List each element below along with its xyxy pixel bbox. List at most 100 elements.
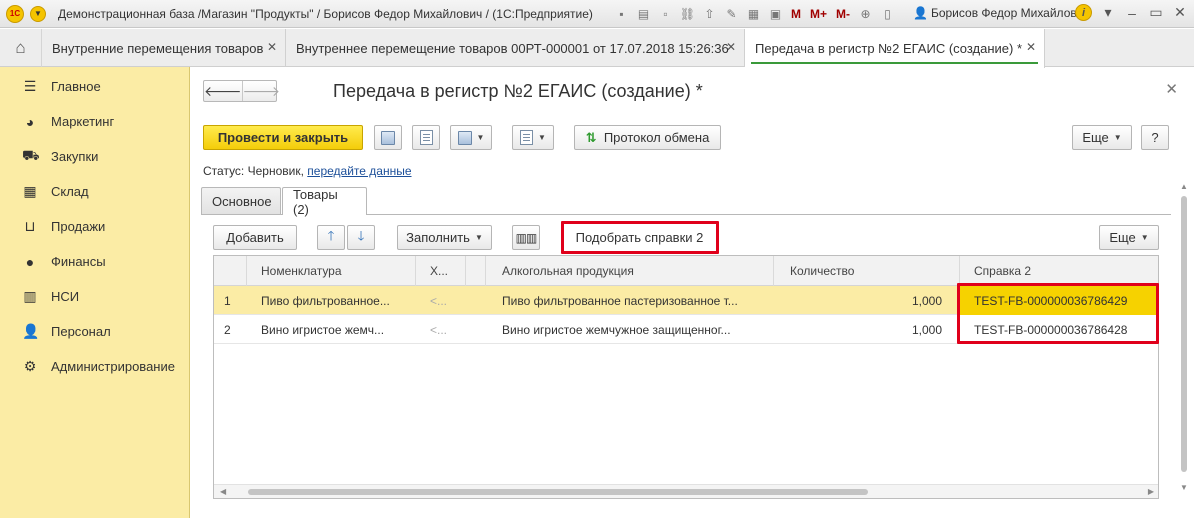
sidebar-item-marketing[interactable]: ◕ Маркетинг: [0, 104, 190, 139]
fill-button[interactable]: Заполнить ▼: [397, 225, 492, 250]
save-button[interactable]: [374, 125, 402, 150]
send-data-link[interactable]: передайте данные: [307, 164, 411, 178]
table-more-button[interactable]: Еще ▼: [1099, 225, 1159, 250]
horizontal-scrollbar[interactable]: ◀ ▶: [214, 484, 1158, 498]
tab-goods[interactable]: Товары (2): [282, 187, 367, 217]
sidebar-item-personnel[interactable]: 👤 Персонал: [0, 314, 190, 349]
column-header-empty[interactable]: [466, 256, 486, 286]
row-characteristic[interactable]: <...: [416, 286, 466, 315]
sidebar-item-sales[interactable]: ⊔ Продажи: [0, 209, 190, 244]
close-tab-icon[interactable]: ✕: [726, 40, 736, 54]
basket-icon: ⊔: [24, 218, 36, 234]
status-value: Черновик,: [247, 164, 304, 178]
tab-label: Внутреннее перемещение товаров 00РТ-0000…: [296, 40, 729, 56]
move-down-button[interactable]: 🡓: [347, 225, 375, 250]
horizontal-scroll-thumb[interactable]: [248, 489, 868, 495]
row-alcohol-product[interactable]: Пиво фильтрованное пастеризованное т...: [486, 286, 774, 315]
user-icon: 👤: [913, 6, 928, 20]
panel-icon[interactable]: ▯: [878, 4, 897, 23]
maximize-icon[interactable]: ▭: [1148, 4, 1164, 21]
row-quantity[interactable]: 1,000: [774, 315, 960, 344]
move-up-button[interactable]: 🡑: [317, 225, 345, 250]
titlebar-toolbar: ▪ ▤ ▫ ⛓ ⇧ ✎ ▦ ▣ M M+ M- ⊕ ▯: [612, 4, 897, 23]
more-button[interactable]: Еще ▼: [1072, 125, 1132, 150]
tab-internal-transfers[interactable]: Внутренние перемещения товаров ✕: [42, 29, 286, 67]
barcode-scan-button[interactable]: ▥▥: [512, 225, 540, 250]
memory-plus-button[interactable]: M+: [807, 7, 830, 21]
column-header-certificate[interactable]: Справка 2: [960, 256, 1158, 286]
row-nomenclature[interactable]: Вино игристое жемч...: [247, 315, 416, 344]
zoom-icon[interactable]: ⊕: [856, 4, 875, 23]
chevron-down-icon: ▼: [1140, 233, 1149, 242]
gear-icon: ⚙: [23, 358, 37, 374]
scroll-left-icon[interactable]: ◀: [220, 487, 226, 496]
close-tab-icon[interactable]: ✕: [1026, 40, 1036, 54]
row-nomenclature[interactable]: Пиво фильтрованное...: [247, 286, 416, 315]
sidebar-item-reference[interactable]: ▥ НСИ: [0, 279, 190, 314]
scroll-up-icon[interactable]: ▲: [1180, 182, 1188, 191]
minimize-icon[interactable]: –: [1124, 5, 1140, 21]
window-titlebar: 1С ▼ Демонстрационная база /Магазин "Про…: [0, 0, 1194, 28]
exchange-log-button[interactable]: ⇅ Протокол обмена: [574, 125, 721, 150]
forward-arrow-icon[interactable]: 🡒: [241, 81, 280, 101]
column-header-number[interactable]: [214, 256, 247, 286]
sidebar-item-purchases[interactable]: ⛟ Закупки: [0, 139, 190, 174]
calendar-icon[interactable]: ▣: [766, 4, 785, 23]
chevron-down-icon: ▼: [538, 133, 546, 142]
sidebar-item-label: Финансы: [51, 254, 106, 269]
post-and-close-button[interactable]: Провести и закрыть: [203, 125, 363, 150]
document-post-icon: [419, 130, 433, 145]
memory-minus-button[interactable]: M-: [833, 7, 853, 21]
memory-m-button[interactable]: M: [788, 7, 804, 21]
sidebar-item-label: Главное: [51, 79, 101, 94]
sidebar-item-warehouse[interactable]: ▦ Склад: [0, 174, 190, 209]
person-icon: 👤: [22, 323, 40, 339]
print-button[interactable]: ▼: [512, 125, 554, 150]
row-alcohol-product[interactable]: Вино игристое жемчужное защищенног...: [486, 315, 774, 344]
app-logo-icon: 1С: [6, 4, 24, 23]
arrow-down-icon: 🡓: [357, 227, 365, 243]
sidebar-item-administration[interactable]: ⚙ Администрирование: [0, 349, 190, 384]
create-based-on-button[interactable]: ▼: [450, 125, 492, 150]
preview-icon[interactable]: ▫: [656, 4, 675, 23]
chevron-down-icon: ▼: [1113, 133, 1122, 142]
row-number: 2: [224, 322, 231, 337]
help-button[interactable]: ?: [1141, 125, 1169, 150]
highlight-frame-pick-button: [561, 221, 719, 254]
sidebar-item-finance[interactable]: ● Финансы: [0, 244, 190, 279]
row-characteristic[interactable]: <...: [416, 315, 466, 344]
tab-egais-register-transfer[interactable]: Передача в регистр №2 ЕГАИС (создание) *…: [745, 29, 1045, 68]
sidebar-item-main[interactable]: ☰ Главное: [0, 69, 190, 104]
link-icon[interactable]: ⛓: [678, 4, 697, 23]
scroll-down-icon[interactable]: ▼: [1180, 483, 1188, 492]
main-menu-icon[interactable]: ▼: [30, 5, 46, 22]
column-header-quantity[interactable]: Количество: [774, 256, 960, 286]
current-user[interactable]: 👤 Борисов Федор Михайлович: [913, 6, 1090, 20]
close-form-icon[interactable]: ✕: [1165, 80, 1178, 98]
column-header-characteristic[interactable]: Х...: [416, 256, 466, 286]
add-row-button[interactable]: Добавить: [213, 225, 297, 250]
close-window-icon[interactable]: ✕: [1172, 4, 1188, 21]
row-quantity[interactable]: 1,000: [774, 286, 960, 315]
vertical-scrollbar[interactable]: ▲ ▼: [1177, 182, 1191, 492]
print-icon[interactable]: ▤: [634, 4, 653, 23]
tab-transfer-document[interactable]: Внутреннее перемещение товаров 00РТ-0000…: [286, 29, 745, 67]
floppy-icon: [381, 130, 395, 145]
scroll-right-icon[interactable]: ▶: [1148, 487, 1154, 496]
home-icon[interactable]: ⌂: [0, 29, 42, 67]
vertical-scroll-thumb[interactable]: [1181, 196, 1187, 472]
back-arrow-icon[interactable]: 🡐: [204, 81, 242, 101]
info-icon[interactable]: i: [1075, 4, 1092, 21]
calculator-icon[interactable]: ▦: [744, 4, 763, 23]
column-header-alcohol-product[interactable]: Алкогольная продукция: [486, 256, 774, 286]
attach-icon[interactable]: ✎: [722, 4, 741, 23]
post-button[interactable]: [412, 125, 440, 150]
column-header-nomenclature[interactable]: Номенклатура: [247, 256, 416, 286]
close-tab-icon[interactable]: ✕: [267, 40, 277, 54]
upload-icon[interactable]: ⇧: [700, 4, 719, 23]
save-icon[interactable]: ▪: [612, 4, 631, 23]
dropdown-icon[interactable]: ▾: [1100, 4, 1116, 21]
status-line: Статус: Черновик, передайте данные: [203, 164, 412, 178]
tab-main[interactable]: Основное: [201, 187, 281, 214]
sidebar-item-label: Продажи: [51, 219, 106, 234]
